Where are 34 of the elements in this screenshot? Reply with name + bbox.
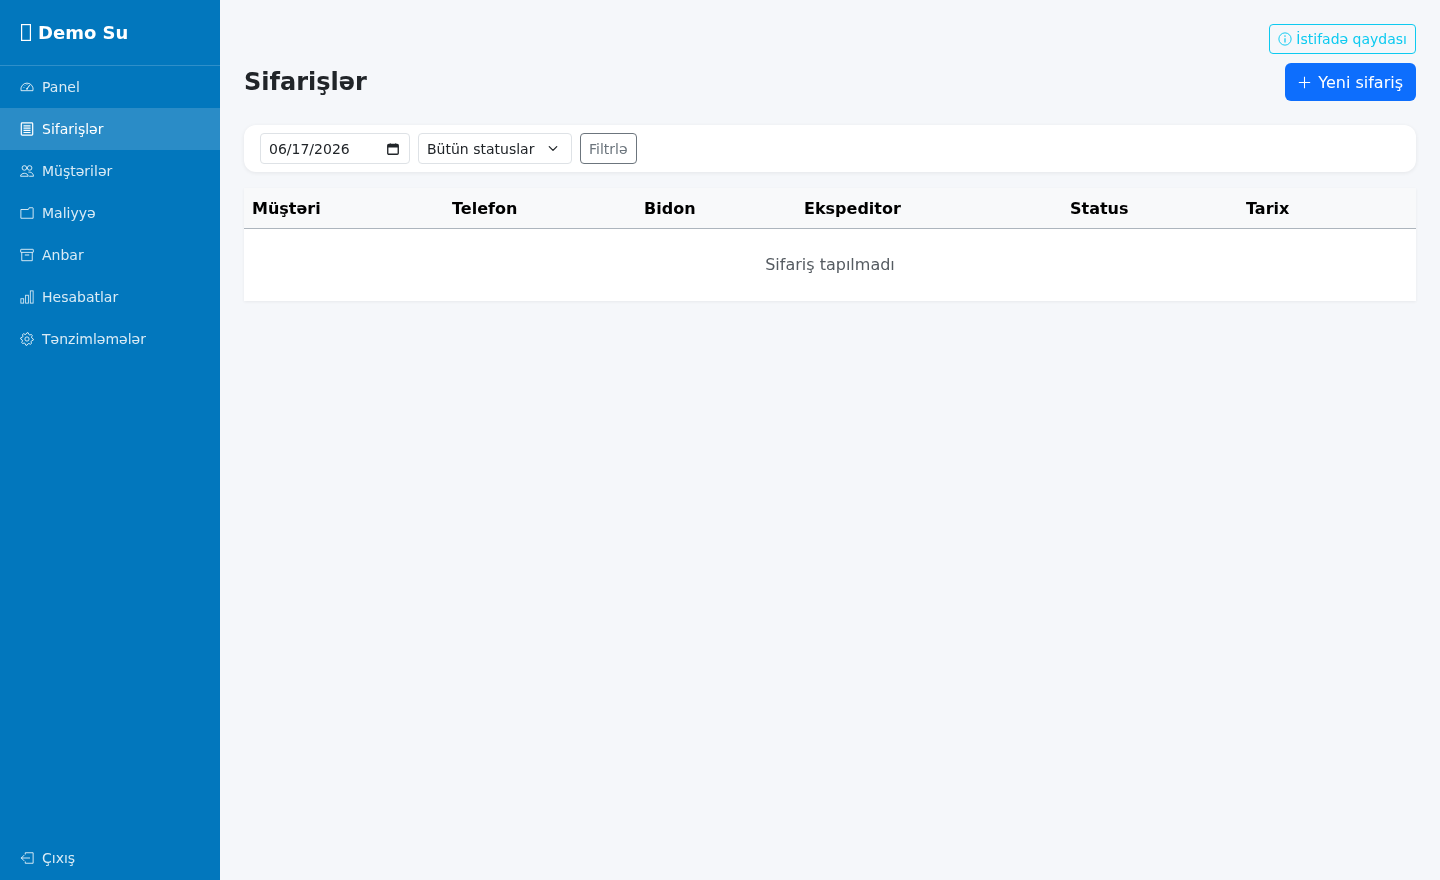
- exit-icon: [20, 851, 34, 865]
- column-header: Telefon: [444, 188, 636, 229]
- status-select[interactable]: Bütün statuslar: [418, 133, 572, 164]
- info-icon: [1278, 32, 1293, 46]
- nav-item[interactable]: Anbar: [0, 234, 220, 276]
- nav-item[interactable]: Müştərilər: [0, 150, 220, 192]
- nav-item[interactable]: Tənzimləmələr: [0, 318, 220, 360]
- logout-link[interactable]: Çıxış: [0, 837, 220, 879]
- plus-icon: [1298, 75, 1312, 89]
- nav-item[interactable]: Sifarişlər: [0, 108, 220, 150]
- new-order-button[interactable]: Yeni sifariş: [1285, 63, 1416, 101]
- column-header: Bidon: [636, 188, 796, 229]
- bar-chart-icon: [20, 290, 34, 304]
- nav-item[interactable]: Maliyyə: [0, 192, 220, 234]
- column-header: Status: [1062, 188, 1238, 229]
- missing-glyph-icon: [21, 24, 31, 41]
- nav-item[interactable]: Hesabatlar: [0, 276, 220, 318]
- column-header: Müştəri: [244, 188, 444, 229]
- column-header: Ekspeditor: [796, 188, 1062, 229]
- nav-item[interactable]: Panel: [0, 66, 220, 108]
- calendar-icon: [387, 142, 399, 155]
- document-list-icon: [20, 122, 34, 136]
- date-field[interactable]: 06/17/2026: [260, 133, 410, 164]
- page-title: Sifarişlər: [244, 67, 367, 97]
- brand-title: Demo Su: [38, 21, 129, 44]
- people-icon: [20, 164, 34, 178]
- empty-message: Sifariş tapılmadı: [244, 228, 1416, 301]
- speedometer-icon: [20, 80, 34, 94]
- filter-button[interactable]: Filtrlə: [580, 133, 637, 164]
- settings-icon: [20, 332, 34, 346]
- chevron-down-icon: [548, 145, 558, 152]
- column-header: Tarix: [1238, 188, 1416, 229]
- folder-icon: [20, 206, 34, 220]
- archive-icon: [20, 248, 34, 262]
